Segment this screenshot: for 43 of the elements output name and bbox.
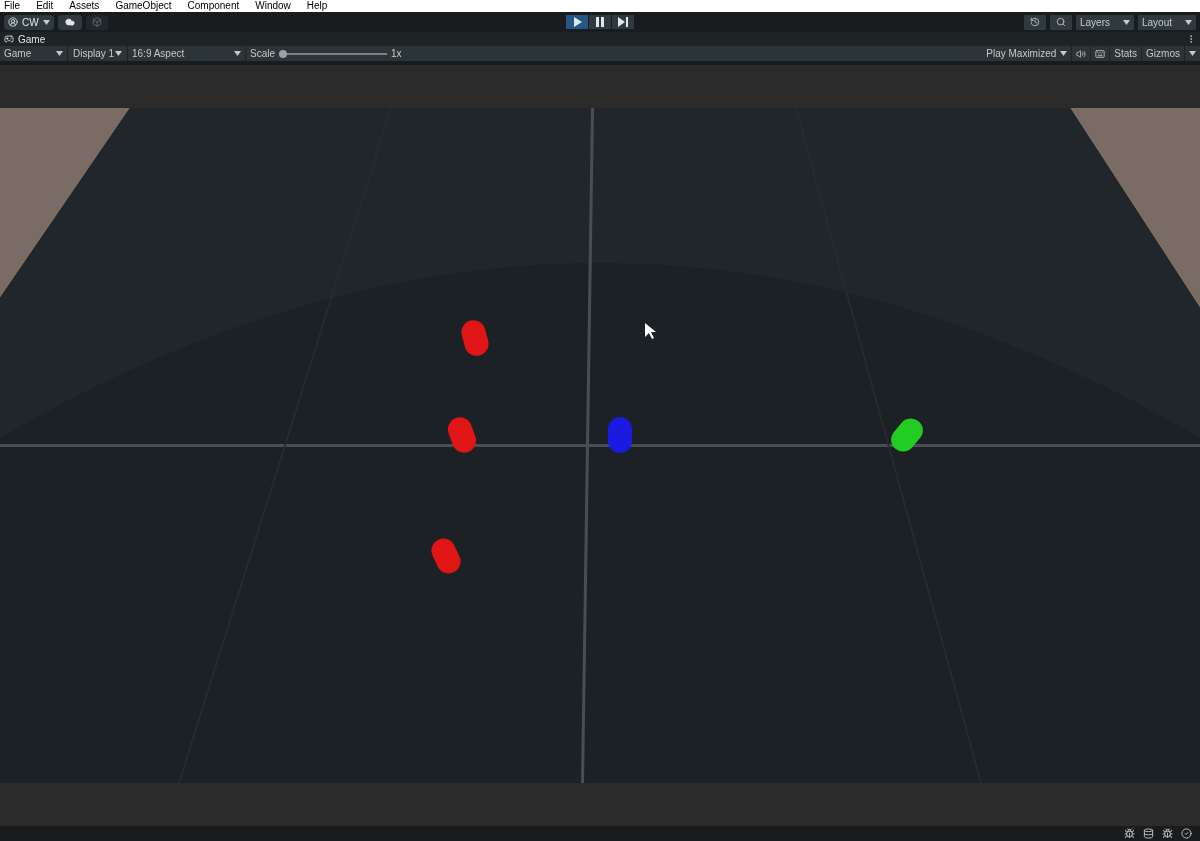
history-button[interactable] [1024, 14, 1046, 30]
cloud-icon [64, 17, 75, 27]
history-icon [1030, 17, 1040, 27]
speaker-icon [1076, 48, 1087, 59]
menu-item[interactable]: GameObject [115, 1, 172, 11]
bug-icon[interactable] [1124, 828, 1135, 839]
check-icon[interactable] [1181, 828, 1192, 839]
menu-item[interactable]: Edit [36, 1, 54, 11]
scale-slider[interactable] [279, 49, 387, 58]
gamepad-icon [4, 34, 14, 44]
layout-dropdown[interactable]: Layout [1138, 14, 1196, 30]
caret-icon [42, 19, 50, 25]
account-dropdown[interactable]: CW [4, 14, 54, 30]
caret-icon [1123, 19, 1130, 25]
play-icon [572, 17, 582, 27]
menu-item[interactable]: Window [255, 1, 291, 11]
layers-dropdown[interactable]: Layers [1076, 14, 1134, 30]
cloud-button[interactable] [57, 14, 82, 30]
caret-icon [1060, 51, 1068, 56]
slider-thumb[interactable] [279, 49, 287, 58]
search-button[interactable] [1050, 14, 1072, 30]
menu-item[interactable]: Help [306, 1, 328, 11]
menu-item[interactable]: File [4, 1, 21, 11]
database-icon[interactable] [1143, 828, 1154, 839]
account-icon [8, 17, 18, 27]
scale-value: 1x [391, 47, 402, 61]
play-button[interactable] [566, 15, 589, 29]
caret-icon [1189, 51, 1196, 56]
caret-icon [115, 51, 122, 56]
pause-button[interactable] [589, 15, 612, 29]
caret-icon [234, 51, 241, 56]
step-button[interactable] [612, 15, 635, 29]
game-tab[interactable]: Game [4, 31, 46, 47]
scale-label: Scale [250, 47, 275, 61]
menu-item[interactable]: Assets [69, 1, 100, 11]
search-icon [1056, 17, 1066, 27]
caret-icon [56, 51, 63, 56]
pause-icon [596, 17, 604, 27]
keyboard-icon [1095, 48, 1106, 59]
caret-icon [1185, 19, 1192, 25]
bug-icon[interactable] [1162, 828, 1173, 839]
step-icon [618, 17, 628, 27]
menu-item[interactable]: Component [187, 1, 240, 11]
